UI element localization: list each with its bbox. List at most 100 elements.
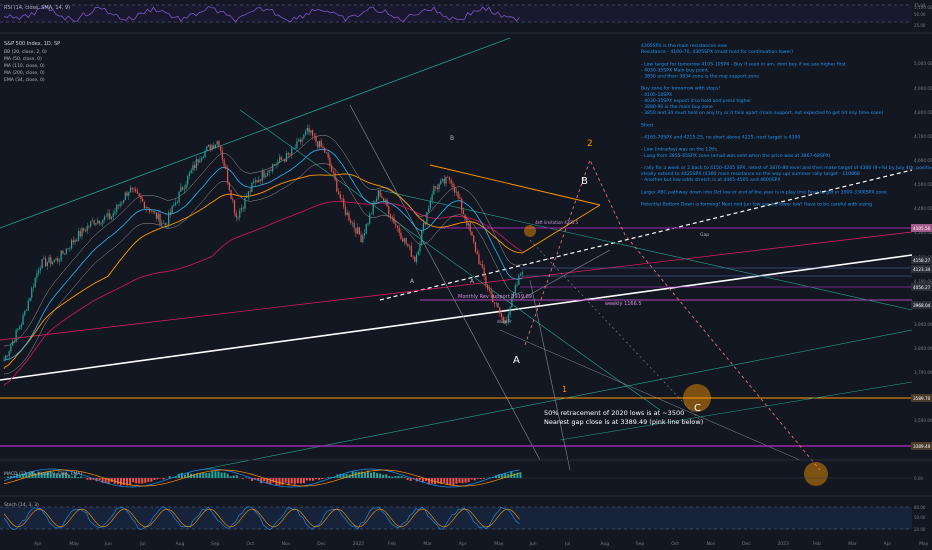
macd-bar — [284, 478, 287, 483]
short-level-label: 4kft limitation 4305.5 — [535, 220, 579, 225]
candle-body — [88, 225, 90, 227]
candle-body — [65, 248, 68, 254]
macd-bar — [315, 478, 318, 480]
macd-bar — [135, 478, 138, 484]
candle-body — [273, 164, 276, 165]
candle-body — [147, 207, 149, 209]
price-tick: 4,700.00 — [914, 134, 932, 139]
candle-body — [119, 203, 121, 207]
candle-body — [216, 141, 218, 145]
time-tick: May — [69, 541, 79, 547]
macd-bar — [119, 478, 122, 486]
candle-body — [25, 310, 28, 312]
candle-body — [109, 213, 111, 219]
candle-body — [301, 138, 303, 142]
candle-body — [226, 169, 229, 183]
candle-body — [17, 329, 19, 331]
macd-bar — [129, 478, 132, 486]
note-line: Potential Bottom Down is forming! Next m… — [641, 202, 872, 208]
macd-bar — [446, 478, 449, 485]
candle-body — [166, 224, 168, 226]
candle-body — [152, 210, 154, 212]
price-badge-text: 4123.34 — [913, 267, 931, 272]
macd-bar — [235, 475, 238, 478]
candle-body — [296, 141, 298, 149]
candle-body — [341, 198, 343, 199]
candle-body — [339, 193, 341, 199]
candle-body — [412, 256, 414, 258]
price-badge: 4123.34 — [911, 265, 932, 273]
candle-body — [86, 225, 88, 232]
wave-label-b-small: B — [450, 135, 454, 142]
macd-bar — [305, 478, 308, 481]
candle-body — [294, 148, 296, 149]
candle-body — [43, 258, 45, 260]
candle-body — [112, 213, 114, 218]
time-tick: Mar — [848, 541, 857, 547]
macd-bar — [476, 478, 479, 479]
candle-body — [336, 179, 338, 192]
candle-body — [237, 217, 239, 218]
candle-body — [337, 191, 340, 194]
price-tick: 4,600.00 — [914, 158, 932, 163]
macd-bar — [290, 478, 293, 484]
candle-body — [223, 159, 225, 167]
macd-bar — [296, 478, 299, 484]
macd-bar — [479, 478, 482, 480]
trading-chart[interactable]: RSI (14, close, SMA, 14, 9) 4305SPX is t… — [0, 0, 932, 550]
candle-body — [462, 210, 464, 215]
monthly-level-label: Monthly Rev support 3919.89 — [458, 294, 532, 300]
candle-body — [421, 230, 423, 244]
candle-body — [480, 264, 482, 265]
macd-bar — [86, 478, 89, 480]
candle-body — [190, 170, 192, 173]
candle-body — [436, 187, 438, 189]
candle-body — [291, 148, 293, 155]
candle-body — [103, 216, 106, 220]
candle-body — [407, 243, 409, 247]
candle-body — [221, 150, 224, 160]
macd-bar — [443, 478, 446, 483]
candle-body — [372, 203, 374, 214]
candle-body — [140, 196, 142, 200]
candle-body — [60, 250, 62, 261]
macd-bar — [205, 472, 208, 478]
candle-body — [259, 179, 262, 181]
wave-circle-small — [524, 225, 536, 237]
candle-body — [242, 207, 244, 209]
candle-body — [315, 135, 317, 142]
note-line: - Another but low odds stretch is at 446… — [641, 177, 781, 183]
candle-body — [136, 191, 139, 194]
candle-body — [96, 220, 99, 224]
candle-body — [202, 157, 204, 159]
candle-body — [493, 302, 496, 304]
candle-body — [379, 190, 381, 196]
candle-body — [76, 240, 78, 241]
note-line: Buy zone for tomorrow with stops! — [641, 86, 720, 92]
candle-body — [467, 223, 470, 226]
candle-body — [117, 205, 120, 207]
candle-body — [474, 241, 477, 252]
price-tick: 3,500.00 — [914, 418, 932, 423]
candle-body — [265, 175, 267, 178]
candle-body — [29, 297, 31, 301]
time-tick: Feb — [813, 541, 821, 547]
macd-bar — [220, 472, 223, 478]
candle-body — [353, 222, 355, 228]
candle-body — [142, 199, 144, 202]
time-tick: Apr — [34, 541, 42, 547]
candle-body — [51, 261, 54, 265]
macd-bar — [223, 472, 226, 478]
time-tick: Apr — [884, 541, 892, 547]
macd-bar — [138, 478, 141, 484]
candle-body — [213, 145, 215, 149]
macd-bar — [373, 471, 376, 478]
candle-body — [74, 240, 76, 243]
macd-bar — [318, 478, 321, 480]
candle-body — [306, 128, 308, 132]
candle-body — [360, 234, 362, 243]
candle-body — [365, 223, 367, 234]
rsi-tick: 75.00 — [914, 3, 926, 8]
candle-body — [348, 212, 350, 221]
time-tick: 2022 — [353, 541, 365, 547]
